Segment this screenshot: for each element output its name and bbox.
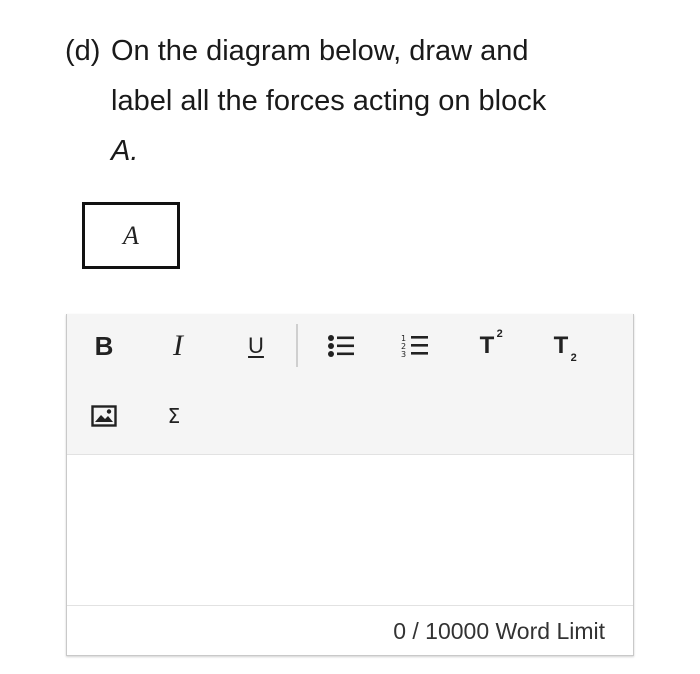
image-icon: [91, 405, 117, 427]
insert-image-button[interactable]: [82, 394, 126, 438]
editor-footer: 0 / 10000 Word Limit: [67, 606, 633, 656]
editor-toolbar: B I U 1 2 3 T 2 T 2 Σ: [67, 314, 633, 455]
bullet-list-button[interactable]: [319, 324, 363, 368]
bold-icon: B: [94, 330, 114, 361]
subscript-button[interactable]: T2: [539, 324, 583, 368]
superscript-button[interactable]: T2: [465, 324, 509, 368]
block-a-diagram: A: [82, 202, 180, 269]
numbered-list-button[interactable]: 1 2 3: [393, 324, 437, 368]
superscript-icon: T2: [479, 328, 503, 359]
bold-button[interactable]: B: [82, 324, 126, 368]
bullet-list-icon: [328, 335, 354, 357]
question-line-3: A.: [111, 135, 139, 167]
block-label: A: [123, 220, 139, 250]
question-line-1: (d) On the diagram below, draw and: [65, 26, 665, 76]
toolbar-separator: [296, 324, 298, 367]
underline-icon: U: [248, 333, 264, 358]
question-text: (d) On the diagram below, draw and label …: [65, 26, 665, 176]
answer-text-area[interactable]: [67, 455, 633, 606]
sigma-icon: Σ: [167, 404, 181, 428]
rich-text-editor: B I U 1 2 3 T 2 T 2 Σ 0 / 10000 Word Lim…: [66, 314, 634, 656]
question-label: (d): [65, 35, 101, 67]
italic-button[interactable]: I: [156, 324, 200, 368]
question-line-2: label all the forces acting on block: [111, 85, 547, 117]
svg-text:3: 3: [401, 350, 406, 359]
word-count: 0 / 10000 Word Limit: [393, 617, 605, 644]
equation-button[interactable]: Σ: [152, 394, 196, 438]
subscript-icon: T2: [553, 332, 577, 364]
italic-icon: I: [173, 329, 183, 362]
underline-button[interactable]: U: [234, 324, 278, 368]
numbered-list-icon: 1 2 3: [401, 334, 428, 359]
